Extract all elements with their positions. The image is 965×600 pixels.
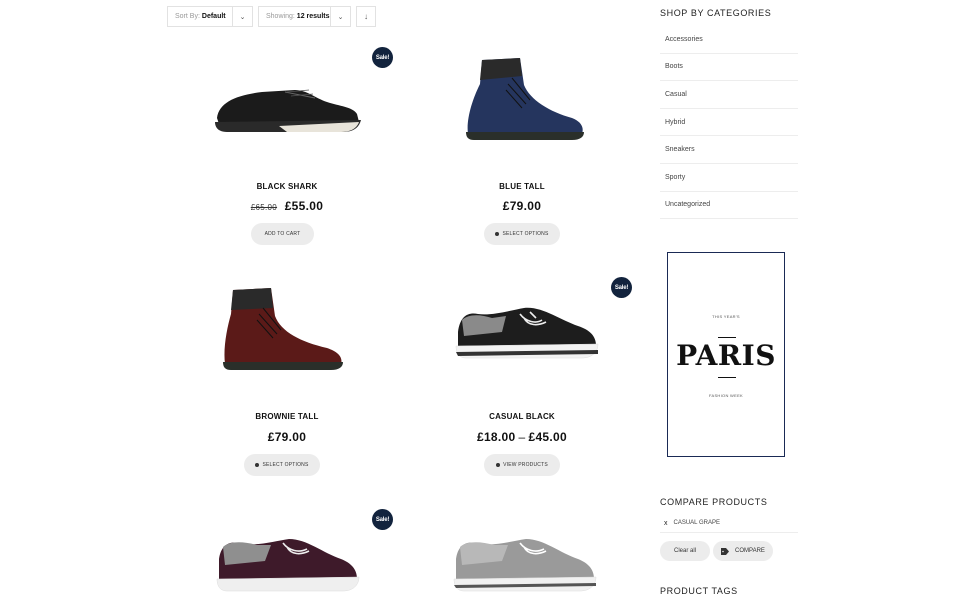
sale-price: £55.00	[284, 199, 324, 213]
compare-button[interactable]: COMPARE	[713, 541, 773, 561]
product-card	[402, 503, 642, 600]
compare-title: COMPARE PRODUCTS	[660, 497, 768, 507]
banner-divider	[718, 337, 736, 338]
product-name[interactable]: BROWNIE TALL	[167, 412, 407, 421]
product-name[interactable]: BLACK SHARK	[167, 182, 407, 191]
category-item-accessories[interactable]: Accessories	[660, 26, 798, 54]
old-price: £65.00	[250, 203, 278, 212]
product-image[interactable]: Sale!	[167, 40, 407, 170]
sale-badge: Sale!	[372, 509, 393, 530]
sort-direction-arrow-icon[interactable]: ↓	[356, 6, 376, 27]
product-image[interactable]	[167, 272, 407, 402]
product-image[interactable]	[402, 40, 642, 170]
shop-toolbar: Sort By: Default ⌄ Showing: 12 results ⌄…	[167, 6, 376, 27]
product-price: £79.00	[267, 430, 307, 444]
product-tags-title: PRODUCT TAGS	[660, 586, 738, 596]
sort-label: Sort By:	[175, 13, 200, 20]
showing-select[interactable]: Showing: 12 results	[258, 6, 331, 27]
options-icon	[496, 463, 501, 467]
product-price: £18.00– £45.00	[476, 430, 567, 444]
clear-all-button[interactable]: Clear all	[660, 541, 710, 561]
product-image[interactable]: Sale!	[402, 272, 642, 402]
sort-value: Default	[201, 13, 226, 20]
add-to-cart-button[interactable]: ADD TO CART	[251, 223, 314, 245]
showing-value: 12 results	[296, 13, 330, 20]
showing-chevron-down-icon[interactable]: ⌄	[331, 6, 351, 27]
category-item-uncategorized[interactable]: Uncategorized	[660, 192, 798, 220]
showing-label: Showing:	[266, 13, 295, 20]
tag-icon	[721, 547, 730, 555]
product-name[interactable]: BLUE TALL	[402, 182, 642, 191]
product-price: £79.00	[502, 199, 542, 213]
product-card: Sale! CASUAL BLACK £18.00– £45.00 VIEW PR…	[402, 272, 642, 476]
banner-top-text: THIS YEAR'S	[712, 314, 740, 319]
product-name[interactable]: CASUAL BLACK	[402, 412, 642, 421]
product-card: BLUE TALL £79.00 SELECT OPTIONS	[402, 40, 642, 245]
sale-badge: Sale!	[372, 47, 393, 68]
compare-item: x CASUAL GRAPE	[660, 514, 798, 533]
category-item-boots[interactable]: Boots	[660, 54, 798, 82]
remove-compare-close-icon[interactable]: x	[664, 520, 668, 527]
category-item-sporty[interactable]: Sporty	[660, 164, 798, 192]
category-list: Accessories Boots Casual Hybrid Sneakers…	[660, 26, 798, 220]
sale-badge: Sale!	[611, 277, 632, 298]
options-icon	[255, 463, 260, 467]
paris-fashion-week-banner[interactable]: THIS YEAR'S PARIS FASHION WEEK	[667, 252, 785, 457]
banner-divider	[718, 377, 736, 378]
select-options-button[interactable]: SELECT OPTIONS	[244, 454, 320, 476]
view-products-button[interactable]: VIEW PRODUCTS	[484, 454, 560, 476]
product-card: Sale! BLACK SHARK £65.00 £55.00 ADD TO C…	[167, 40, 407, 245]
banner-headline: PARIS	[676, 339, 776, 372]
banner-bottom-text: FASHION WEEK	[708, 393, 744, 398]
product-card: BROWNIE TALL £79.00 SELECT OPTIONS	[167, 272, 407, 476]
product-image[interactable]	[402, 503, 642, 600]
select-options-button[interactable]: SELECT OPTIONS	[484, 223, 560, 245]
compare-item-name[interactable]: CASUAL GRAPE	[674, 520, 720, 526]
category-item-hybrid[interactable]: Hybrid	[660, 109, 798, 137]
categories-title: SHOP BY CATEGORIES	[660, 8, 772, 18]
product-card: Sale!	[167, 503, 407, 600]
product-image[interactable]: Sale!	[167, 503, 407, 600]
sort-select[interactable]: Sort By: Default	[167, 6, 233, 27]
category-item-casual[interactable]: Casual	[660, 81, 798, 109]
options-icon	[495, 232, 500, 236]
sort-chevron-down-icon[interactable]: ⌄	[233, 6, 253, 27]
category-item-sneakers[interactable]: Sneakers	[660, 136, 798, 164]
product-price: £65.00 £55.00	[167, 199, 407, 213]
